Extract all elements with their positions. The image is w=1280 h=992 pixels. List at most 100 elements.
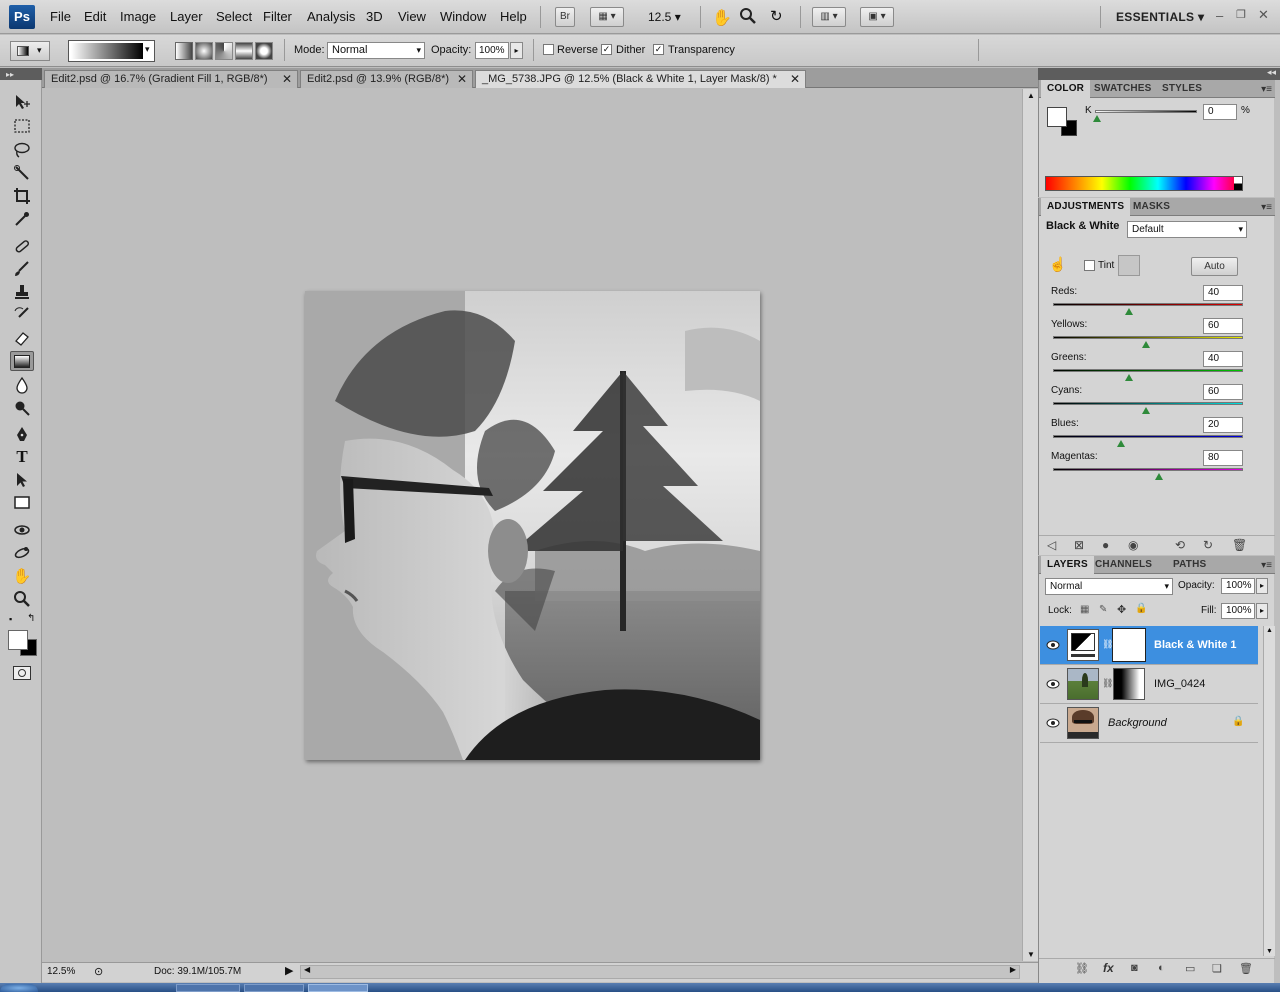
lasso-tool-icon[interactable] [10, 140, 34, 160]
arrange-documents-button[interactable]: ▥ ▾ [812, 7, 846, 27]
layer-row-black-white-1[interactable]: ⛓ Black & White 1 [1040, 626, 1258, 665]
scroll-down-icon[interactable]: ▼ [1027, 950, 1035, 959]
visibility-icon[interactable]: ◉ [1128, 538, 1138, 552]
reflected-gradient-icon[interactable] [235, 42, 253, 60]
menu-select[interactable]: Select [216, 9, 252, 24]
foreground-color-swatch[interactable] [8, 630, 28, 650]
preset-dropdown[interactable]: Default ▾ [1127, 221, 1247, 238]
eye-icon[interactable] [1046, 678, 1060, 690]
slider-knob[interactable] [1142, 341, 1150, 348]
tab-color[interactable]: COLOR [1041, 80, 1091, 98]
workspace-switcher[interactable]: ESSENTIALS ▾ [1116, 10, 1204, 24]
marquee-tool-icon[interactable] [10, 116, 34, 136]
layer-opacity-input[interactable]: 100% [1221, 578, 1255, 594]
targeted-adjustment-icon[interactable]: ☝ [1049, 256, 1066, 273]
horizontal-scrollbar[interactable]: ◀ ▶ [300, 965, 1020, 979]
new-group-icon[interactable]: ▭ [1185, 962, 1195, 975]
add-mask-icon[interactable]: ◙ [1131, 962, 1138, 974]
slider-value-input[interactable]: 60 [1203, 318, 1243, 334]
panel-menu-icon[interactable]: ▾≡ [1261, 202, 1272, 213]
layers-scrollbar[interactable]: ▲ ▼ [1263, 626, 1275, 956]
swap-colors-icon[interactable]: ↰ [27, 613, 35, 624]
diamond-gradient-icon[interactable] [255, 42, 273, 60]
blend-mode-dropdown[interactable]: Normal ▾ [1045, 578, 1173, 595]
history-brush-tool-icon[interactable] [10, 305, 34, 325]
back-arrow-icon[interactable]: ◁ [1047, 538, 1056, 552]
tab-adjustments[interactable]: ADJUSTMENTS [1041, 198, 1131, 216]
close-tab-icon[interactable]: ✕ [282, 71, 292, 88]
tab-edit2-gradient[interactable]: Edit2.psd @ 16.7% (Gradient Fill 1, RGB/… [44, 70, 298, 88]
3d-rotate-tool-icon[interactable] [10, 520, 34, 540]
trash-icon[interactable]: 🗑 [1232, 538, 1247, 552]
zoom-tool-icon[interactable] [10, 589, 34, 609]
clip-to-layer-icon[interactable]: ● [1102, 538, 1109, 552]
linear-gradient-icon[interactable] [175, 42, 193, 60]
quick-selection-tool-icon[interactable] [10, 163, 34, 183]
document-image[interactable] [305, 291, 760, 760]
new-layer-icon[interactable]: ❏ [1212, 962, 1222, 975]
panel-menu-icon[interactable]: ▾≡ [1261, 560, 1272, 571]
scroll-right-icon[interactable]: ▶ [1010, 965, 1016, 974]
slider-value-input[interactable]: 60 [1203, 384, 1243, 400]
k-slider-knob[interactable] [1093, 115, 1101, 122]
layer-style-icon[interactable]: fx [1103, 961, 1114, 975]
new-adjustment-layer-icon[interactable]: ◐ [1158, 962, 1165, 974]
tint-checkbox[interactable] [1084, 260, 1095, 271]
k-slider[interactable] [1095, 110, 1197, 113]
layer-mask-thumbnail[interactable] [1112, 628, 1146, 662]
slider-track[interactable] [1053, 369, 1243, 372]
transparency-checkbox[interactable]: ✓ [653, 44, 664, 55]
status-menu-arrow-icon[interactable]: ▶ [285, 964, 293, 977]
rotate-view-icon[interactable]: ↻ [770, 7, 783, 25]
hand-tool-icon[interactable]: ✋ [712, 8, 732, 28]
mode-dropdown[interactable]: Normal ▾ [327, 42, 425, 59]
type-tool-icon[interactable]: T [10, 447, 34, 467]
auto-button[interactable]: Auto [1191, 257, 1238, 276]
tab-channels[interactable]: CHANNELS [1089, 556, 1158, 574]
path-selection-tool-icon[interactable] [10, 470, 34, 490]
slider-value-input[interactable]: 20 [1203, 417, 1243, 433]
tab-swatches[interactable]: SWATCHES [1088, 80, 1158, 98]
layer-row-background[interactable]: Background 🔒 [1040, 704, 1258, 743]
lock-transparency-icon[interactable]: ▦ [1080, 604, 1089, 615]
dodge-tool-icon[interactable] [10, 398, 34, 418]
screen-mode-button[interactable]: ▣ ▾ [860, 7, 894, 27]
slider-track[interactable] [1053, 336, 1243, 339]
hand-tool-icon[interactable]: ✋ [10, 566, 34, 586]
dither-checkbox[interactable]: ✓ [601, 44, 612, 55]
vertical-scrollbar[interactable]: ▲ ▼ [1022, 89, 1038, 961]
link-layers-icon[interactable]: ⛓ [1075, 962, 1089, 975]
quick-mask-icon[interactable] [13, 666, 31, 680]
foreground-color-swatch[interactable] [1047, 107, 1067, 127]
color-ramp[interactable] [1045, 176, 1243, 191]
reset-icon[interactable]: ↻ [1203, 538, 1213, 552]
status-preview-icon[interactable]: ⊙ [94, 965, 103, 978]
fill-slider-toggle[interactable]: ▸ [1256, 603, 1268, 619]
close-tab-icon[interactable]: ✕ [790, 71, 800, 88]
k-value-input[interactable]: 0 [1203, 104, 1237, 120]
clone-stamp-tool-icon[interactable] [10, 282, 34, 302]
panel-dock-header[interactable]: ◂◂ [1038, 67, 1280, 80]
shape-tool-icon[interactable] [10, 493, 34, 513]
layer-opacity-slider-toggle[interactable]: ▸ [1256, 578, 1268, 594]
slider-track[interactable] [1053, 402, 1243, 405]
status-zoom-value[interactable]: 12.5% [47, 966, 75, 977]
scroll-left-icon[interactable]: ◀ [304, 965, 310, 974]
zoom-tool-icon[interactable] [739, 7, 757, 28]
chain-link-icon[interactable]: ⛓ [1102, 678, 1113, 689]
slider-knob[interactable] [1125, 308, 1133, 315]
close-icon[interactable]: ✕ [1258, 7, 1269, 23]
tab-paths[interactable]: PATHS [1167, 556, 1212, 574]
slider-track[interactable] [1053, 468, 1243, 471]
tool-preset-picker[interactable]: ▾ [10, 41, 50, 61]
taskbar-app-button[interactable] [308, 984, 368, 992]
eraser-tool-icon[interactable] [10, 328, 34, 348]
scroll-down-icon[interactable]: ▼ [1266, 948, 1273, 955]
menu-file[interactable]: File [50, 9, 71, 24]
slider-track[interactable] [1053, 303, 1243, 306]
opacity-slider-toggle[interactable]: ▸ [510, 42, 523, 59]
menu-view[interactable]: View [398, 9, 426, 24]
tab-layers[interactable]: LAYERS [1041, 556, 1094, 574]
move-tool-icon[interactable] [10, 92, 34, 112]
menu-help[interactable]: Help [500, 9, 527, 24]
